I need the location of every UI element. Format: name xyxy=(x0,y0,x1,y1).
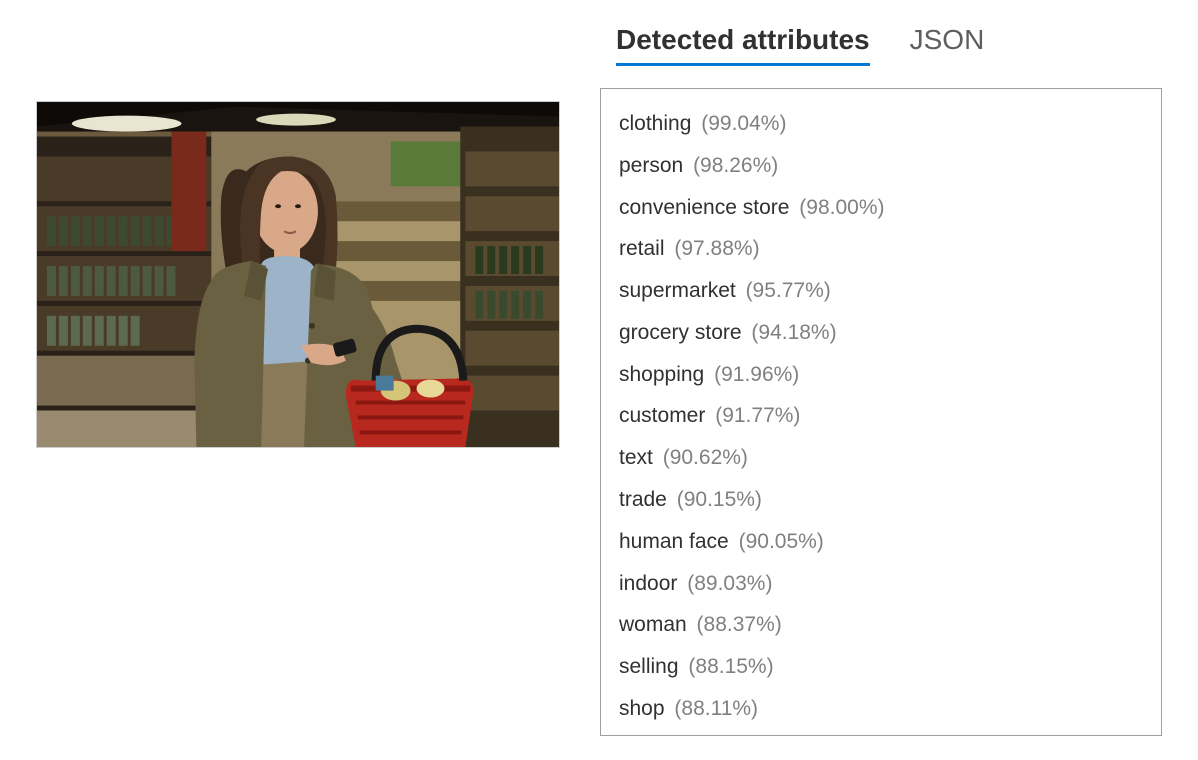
attribute-confidence: (89.03%) xyxy=(687,572,772,595)
attribute-confidence: (90.15%) xyxy=(677,488,762,511)
attribute-label: shop xyxy=(619,697,665,720)
attribute-row: selling (88.15%) xyxy=(619,652,1143,681)
source-image xyxy=(36,101,560,448)
attribute-confidence: (99.04%) xyxy=(701,112,786,135)
attribute-confidence: (88.11%) xyxy=(674,697,758,720)
attribute-row: indoor (89.03%) xyxy=(619,569,1143,598)
attribute-row: retail (97.88%) xyxy=(619,234,1143,263)
attribute-label: trade xyxy=(619,488,667,511)
attribute-confidence: (94.18%) xyxy=(751,321,836,344)
tab-json[interactable]: JSON xyxy=(910,24,985,66)
attribute-row: text (90.62%) xyxy=(619,443,1143,472)
attribute-confidence: (91.96%) xyxy=(714,363,799,386)
attribute-confidence: (90.62%) xyxy=(663,446,748,469)
attribute-confidence: (98.00%) xyxy=(799,196,884,219)
attribute-confidence: (91.77%) xyxy=(715,404,800,427)
image-panel xyxy=(36,24,560,736)
attribute-label: supermarket xyxy=(619,279,736,302)
attribute-row: human face (90.05%) xyxy=(619,527,1143,556)
attribute-row: convenience store (98.00%) xyxy=(619,193,1143,222)
attribute-row: person (98.26%) xyxy=(619,151,1143,180)
tabs-bar: Detected attributes JSON xyxy=(600,24,1162,66)
attribute-confidence: (88.15%) xyxy=(688,655,773,678)
attribute-row: customer (91.77%) xyxy=(619,401,1143,430)
attribute-label: text xyxy=(619,446,653,469)
attribute-row: shop (88.11%) xyxy=(619,694,1143,723)
attribute-label: human face xyxy=(619,530,729,553)
attribute-row: supermarket (95.77%) xyxy=(619,276,1143,305)
attribute-row: trade (90.15%) xyxy=(619,485,1143,514)
attribute-label: indoor xyxy=(619,572,677,595)
tab-label: Detected attributes xyxy=(616,24,870,55)
attribute-confidence: (88.37%) xyxy=(697,613,782,636)
attribute-confidence: (97.88%) xyxy=(674,237,759,260)
attribute-row: clothing (99.04%) xyxy=(619,109,1143,138)
main-container: Detected attributes JSON clothing (99.04… xyxy=(0,0,1198,760)
attribute-label: customer xyxy=(619,404,705,427)
attribute-label: convenience store xyxy=(619,196,789,219)
attribute-row: shopping (91.96%) xyxy=(619,360,1143,389)
attribute-label: grocery store xyxy=(619,321,742,344)
attribute-confidence: (90.05%) xyxy=(739,530,824,553)
results-panel: Detected attributes JSON clothing (99.04… xyxy=(600,24,1162,736)
grocery-store-illustration xyxy=(37,102,559,447)
attribute-confidence: (98.26%) xyxy=(693,154,778,177)
attributes-list: clothing (99.04%) person (98.26%) conven… xyxy=(600,88,1162,736)
attribute-label: retail xyxy=(619,237,665,260)
attribute-label: woman xyxy=(619,613,687,636)
attribute-row: grocery store (94.18%) xyxy=(619,318,1143,347)
attribute-label: selling xyxy=(619,655,679,678)
attribute-row: woman (88.37%) xyxy=(619,610,1143,639)
attribute-label: shopping xyxy=(619,363,704,386)
tab-label: JSON xyxy=(910,24,985,55)
attribute-label: clothing xyxy=(619,112,691,135)
attribute-label: person xyxy=(619,154,683,177)
attribute-confidence: (95.77%) xyxy=(746,279,831,302)
tab-detected-attributes[interactable]: Detected attributes xyxy=(616,24,870,66)
